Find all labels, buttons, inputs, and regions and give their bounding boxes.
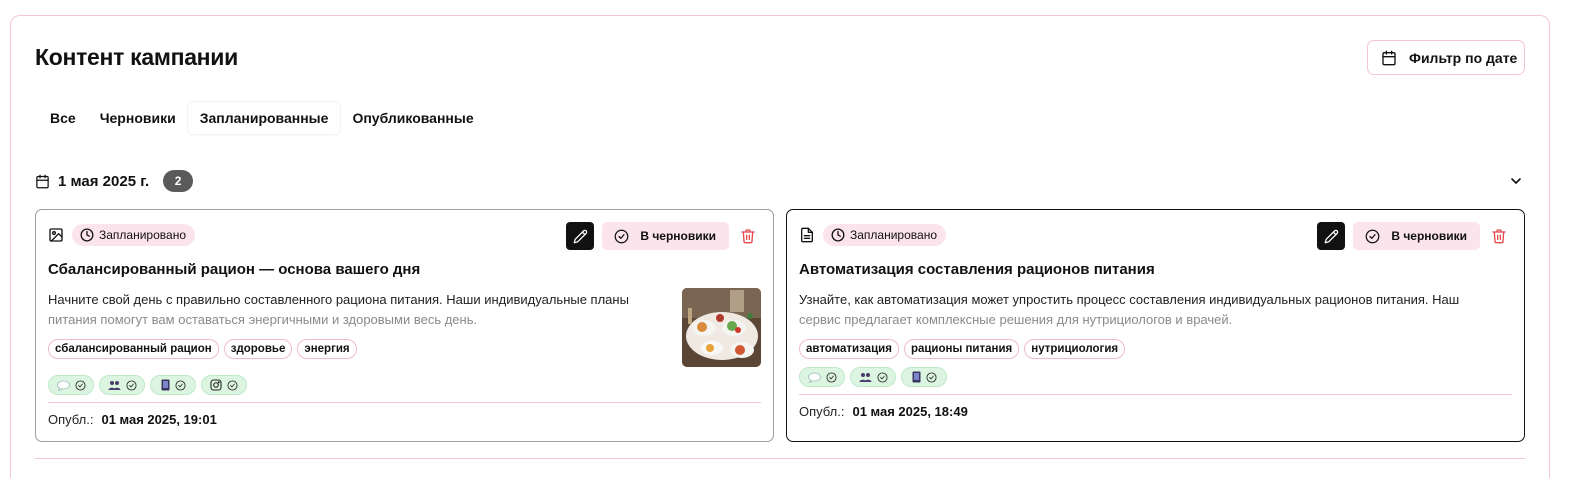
card-description: Узнайте, как автоматизация может упрости… bbox=[799, 290, 1509, 329]
pencil-icon bbox=[1324, 229, 1339, 243]
pencil-icon bbox=[573, 229, 588, 243]
status-badge: Запланировано bbox=[823, 224, 946, 246]
move-to-drafts-label: В черновики bbox=[640, 229, 716, 243]
group-icon bbox=[108, 380, 120, 390]
check-circle-icon bbox=[876, 371, 888, 383]
page-title: Контент кампании bbox=[35, 44, 238, 70]
check-circle-icon bbox=[925, 371, 937, 383]
document-icon bbox=[801, 227, 813, 243]
clock-icon bbox=[831, 228, 845, 242]
date-filter-button[interactable]: Фильтр по дате bbox=[1367, 40, 1525, 75]
image-icon bbox=[49, 228, 63, 242]
tag-list: сбалансированный рацион здоровье энергия bbox=[48, 339, 357, 359]
date-group-header[interactable]: 1 мая 2025 г. 2 bbox=[35, 170, 194, 192]
tag[interactable]: сбалансированный рацион bbox=[48, 339, 219, 359]
move-to-drafts-button[interactable]: В черновики bbox=[602, 222, 729, 250]
tag[interactable]: нутрициология bbox=[1024, 339, 1126, 359]
channel-status-chat bbox=[48, 375, 94, 395]
tab-scheduled[interactable]: Запланированные bbox=[187, 102, 341, 134]
tab-all[interactable]: Все bbox=[38, 102, 88, 134]
content-card[interactable]: Запланировано В черновики Автоматизация … bbox=[786, 209, 1525, 442]
group-icon bbox=[859, 372, 871, 382]
phone-icon bbox=[912, 371, 920, 383]
check-circle-icon bbox=[825, 371, 837, 383]
check-circle-icon bbox=[1365, 229, 1380, 243]
tag[interactable]: энергия bbox=[297, 339, 357, 359]
check-circle-icon bbox=[174, 379, 186, 391]
tab-published[interactable]: Опубликованные bbox=[340, 102, 485, 134]
card-title: Автоматизация составления рационов питан… bbox=[799, 261, 1155, 278]
card-description-line: Начните свой день с правильно составленн… bbox=[48, 292, 629, 307]
published-label: Опубл.: bbox=[799, 404, 845, 419]
delete-button[interactable] bbox=[737, 222, 759, 250]
trash-icon bbox=[741, 229, 755, 244]
channel-list bbox=[48, 375, 247, 395]
move-to-drafts-button[interactable]: В черновики bbox=[1353, 222, 1480, 250]
move-to-drafts-label: В черновики bbox=[1391, 229, 1467, 243]
clock-icon bbox=[80, 228, 94, 242]
channel-status-chat bbox=[799, 367, 845, 387]
tag-list: автоматизация рационы питания нутрициоло… bbox=[799, 339, 1126, 359]
card-title: Сбалансированный рацион — основа вашего … bbox=[48, 261, 421, 278]
delete-button[interactable] bbox=[1488, 222, 1510, 250]
card-description-line: Узнайте, как автоматизация может упрости… bbox=[799, 292, 1460, 307]
instagram-icon bbox=[210, 379, 222, 391]
chat-icon bbox=[56, 380, 70, 391]
edit-button[interactable] bbox=[566, 222, 595, 250]
divider bbox=[799, 394, 1512, 395]
calendar-icon bbox=[36, 174, 49, 188]
trash-icon bbox=[1492, 229, 1506, 244]
tag[interactable]: здоровье bbox=[223, 339, 293, 359]
channel-status-group bbox=[99, 375, 145, 395]
channel-status-phone bbox=[901, 367, 947, 387]
tag[interactable]: рационы питания bbox=[903, 339, 1020, 359]
phone-icon bbox=[161, 379, 169, 391]
calendar-icon bbox=[1382, 50, 1396, 65]
published-info: Опубл.: 01 мая 2025, 18:49 bbox=[799, 404, 968, 419]
status-tabs: Все Черновики Запланированные Опубликова… bbox=[38, 102, 486, 134]
tab-drafts[interactable]: Черновики bbox=[88, 102, 188, 134]
channel-status-phone bbox=[150, 375, 196, 395]
status-label: Запланировано bbox=[850, 228, 937, 242]
published-info: Опубл.: 01 мая 2025, 19:01 bbox=[48, 412, 217, 427]
check-circle-icon bbox=[614, 229, 629, 243]
tag[interactable]: автоматизация bbox=[799, 339, 899, 359]
check-circle-icon bbox=[125, 379, 137, 391]
card-description-line: сервис предлагает комплексные решения дл… bbox=[799, 311, 1233, 327]
channel-list bbox=[799, 367, 947, 387]
published-date: 01 мая 2025, 18:49 bbox=[852, 404, 968, 419]
channel-status-instagram bbox=[201, 375, 247, 395]
check-circle-icon bbox=[227, 379, 238, 391]
divider bbox=[48, 402, 761, 403]
date-filter-label: Фильтр по дате bbox=[1409, 49, 1518, 66]
status-label: Запланировано bbox=[99, 228, 186, 242]
card-description-line: питания помогут вам оставаться энергичны… bbox=[48, 311, 478, 327]
chat-icon bbox=[807, 372, 821, 383]
card-description: Начните свой день с правильно составленн… bbox=[48, 290, 670, 329]
edit-button[interactable] bbox=[1317, 222, 1346, 250]
section-divider bbox=[35, 458, 1525, 459]
published-label: Опубл.: bbox=[48, 412, 94, 427]
check-circle-icon bbox=[74, 379, 86, 391]
chevron-down-icon[interactable] bbox=[1508, 173, 1524, 189]
status-badge: Запланировано bbox=[72, 224, 195, 246]
content-card[interactable]: Запланировано В черновики Сбалансированн… bbox=[35, 209, 774, 442]
published-date: 01 мая 2025, 19:01 bbox=[101, 412, 217, 427]
channel-status-group bbox=[850, 367, 896, 387]
post-thumbnail bbox=[682, 288, 761, 367]
date-group-count-badge: 2 bbox=[163, 170, 194, 192]
date-group-label: 1 мая 2025 г. bbox=[58, 172, 150, 190]
